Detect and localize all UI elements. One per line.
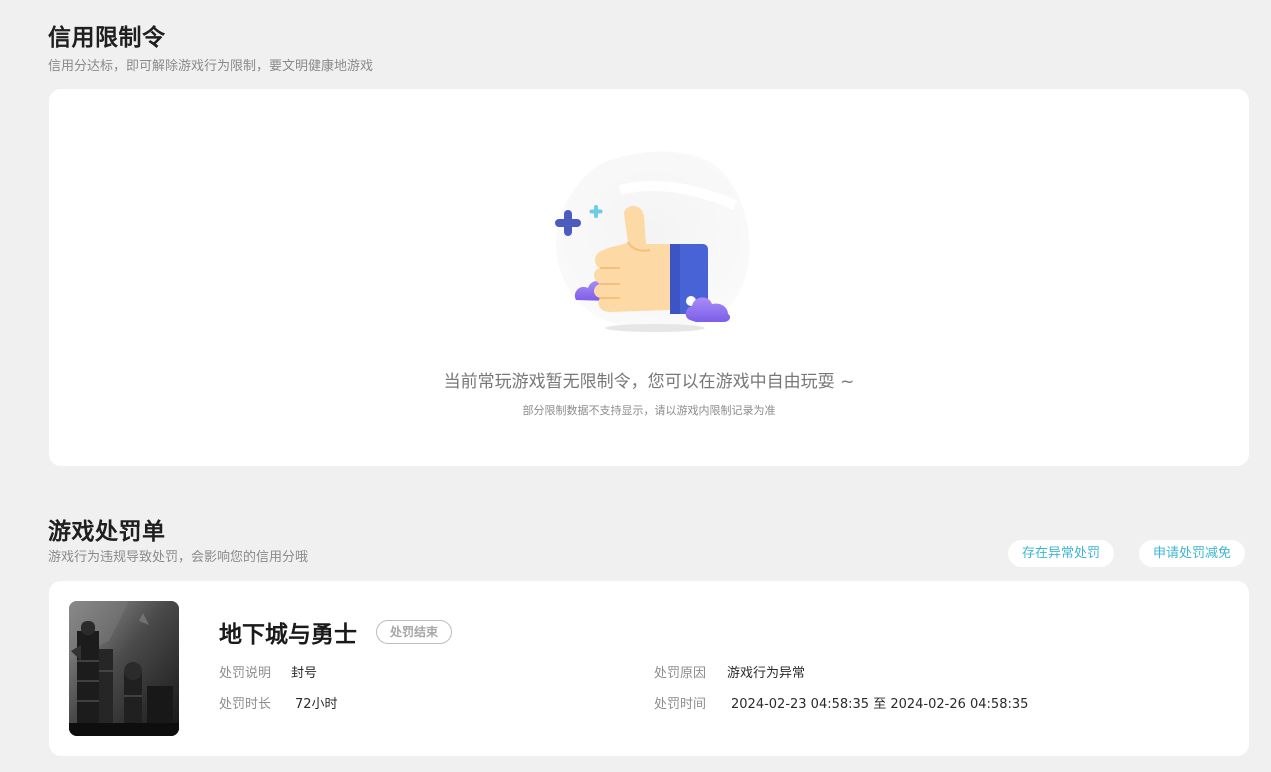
game-cover-image: [69, 601, 179, 736]
penalty-duration-value: 72小时: [295, 697, 338, 712]
penalty-desc-label: 处罚说明: [219, 666, 272, 681]
empty-state-note: 部分限制数据不支持显示，请以游戏内限制记录为准: [522, 404, 776, 417]
credit-restriction-subtitle: 信用分达标，即可解除游戏行为限制，要文明健康地游戏: [48, 59, 374, 74]
apply-reduction-button[interactable]: 申请处罚减免: [1139, 540, 1246, 567]
game-name: 地下城与勇士: [219, 622, 357, 648]
abnormal-penalty-button[interactable]: 存在异常处罚: [1008, 540, 1115, 567]
status-badge: 处罚结束: [376, 620, 453, 644]
penalty-reason-label: 处罚原因: [654, 666, 707, 681]
restriction-card: 当前常玩游戏暂无限制令，您可以在游戏中自由玩耍 ~ 部分限制数据不支持显示，请以…: [49, 89, 1249, 466]
penalty-subtitle: 游戏行为违规导致处罚，会影响您的信用分哦: [48, 550, 309, 565]
empty-state-message: 当前常玩游戏暂无限制令，您可以在游戏中自由玩耍 ~: [443, 372, 855, 392]
penalty-reason-value: 游戏行为异常: [727, 666, 806, 681]
thumbs-up-icon: [555, 151, 750, 332]
credit-restriction-title: 信用限制令: [48, 25, 166, 51]
penalty-title: 游戏处罚单: [48, 519, 166, 545]
penalty-duration-label: 处罚时长: [219, 697, 272, 712]
penalty-desc-value: 封号: [291, 666, 318, 681]
penalty-time-value: 2024-02-23 04:58:35 至 2024-02-26 04:58:3…: [731, 697, 1029, 712]
penalty-time-label: 处罚时间: [654, 697, 707, 712]
